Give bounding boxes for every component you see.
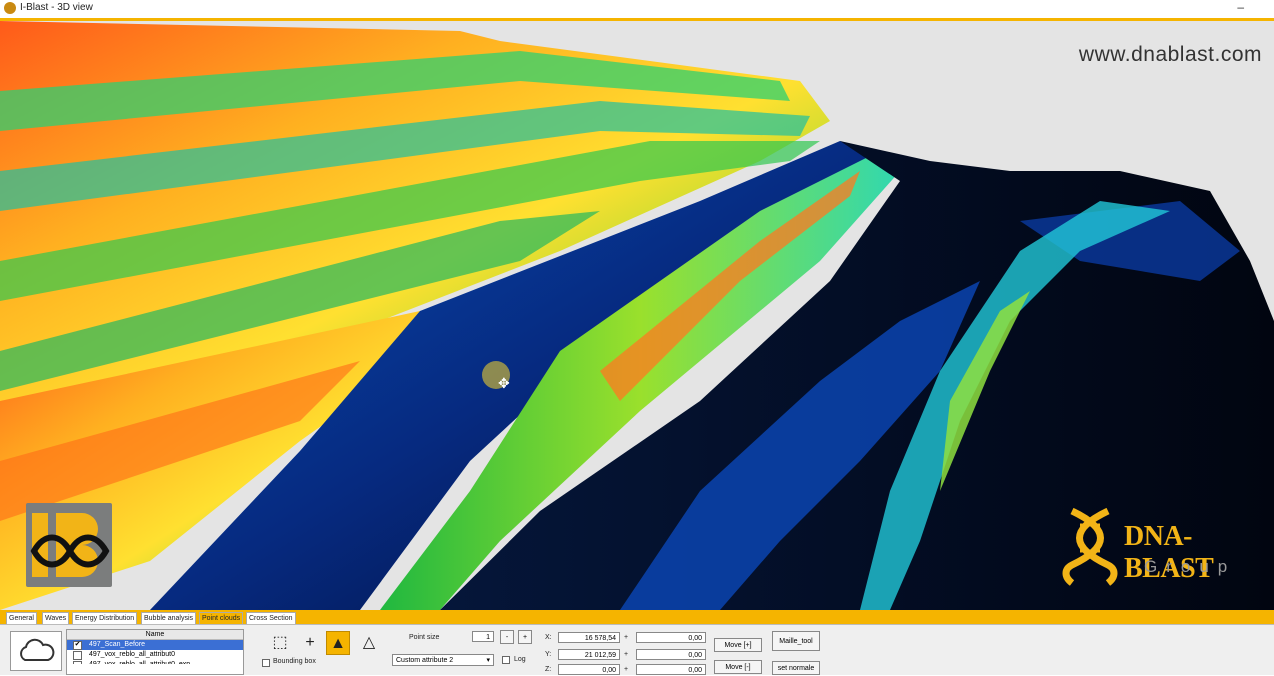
- bounding-box-checkbox[interactable]: [262, 659, 270, 667]
- row-label: 497_vox_reblo_all_attribut0_exp: [89, 661, 190, 664]
- row-checkbox[interactable]: [73, 651, 82, 660]
- x-plus-sign: +: [624, 634, 629, 641]
- cloud-icon: [20, 638, 55, 661]
- 3d-viewport[interactable]: www.dnablast.com ✥ DNA-BLAST Group: [0, 21, 1274, 610]
- list-item[interactable]: 497_vox_reblo_all_attribut0_exp: [67, 660, 243, 664]
- rectangle-select-tool[interactable]: ⬚: [268, 631, 292, 655]
- ib-logo: [26, 503, 112, 587]
- outline-triangle-tool[interactable]: △: [357, 631, 381, 655]
- point-size-increase-button[interactable]: +: [518, 630, 532, 644]
- title-bar: I-Blast - 3D view –: [0, 0, 1274, 21]
- app-icon: [4, 2, 16, 14]
- tab-bar: General Waves Energy Distribution Bubble…: [0, 610, 1274, 625]
- point-clouds-panel: Name ✔ 497_Scan_Before 497_vox_reblo_all…: [0, 624, 1274, 675]
- z-coordinate-field[interactable]: 0,00: [558, 664, 620, 675]
- z-offset-field[interactable]: 0,00: [636, 664, 706, 675]
- cloud-button[interactable]: [10, 631, 62, 671]
- attribute-select-value: Custom attribute 2: [396, 657, 454, 664]
- point-size-field[interactable]: 1: [472, 631, 494, 642]
- move-plus-button[interactable]: Move [+]: [714, 638, 762, 652]
- bounding-box-label: Bounding box: [273, 658, 316, 665]
- z-label: Z:: [545, 666, 552, 673]
- website-watermark: www.dnablast.com: [1078, 43, 1262, 66]
- list-header: Name: [67, 630, 243, 640]
- row-label: 497_Scan_Before: [89, 641, 146, 648]
- set-normals-button[interactable]: set normale: [772, 661, 820, 675]
- dna-blast-group: Group: [1144, 557, 1237, 576]
- chevron-down-icon: ▾: [486, 657, 490, 664]
- log-label: Log: [514, 656, 526, 663]
- row-checkbox[interactable]: ✔: [73, 641, 82, 650]
- row-label: 497_vox_reblo_all_attribut0: [89, 651, 176, 658]
- point-cloud-list[interactable]: Name ✔ 497_Scan_Before 497_vox_reblo_all…: [66, 629, 244, 675]
- point-size-label: Point size: [409, 634, 440, 641]
- y-label: Y:: [545, 651, 552, 658]
- minimize-button[interactable]: –: [1237, 0, 1244, 14]
- list-item[interactable]: 497_vox_reblo_all_attribut0: [67, 650, 243, 660]
- move-cursor-icon: ✥: [498, 375, 510, 391]
- mesh-tool-button[interactable]: Maille_tool: [772, 631, 820, 651]
- add-point-tool[interactable]: +: [298, 631, 322, 655]
- z-plus-sign: +: [624, 666, 629, 673]
- y-coordinate-field[interactable]: 21 012,59: [558, 649, 620, 660]
- filled-triangle-tool[interactable]: ▲: [326, 631, 350, 655]
- x-label: X:: [545, 634, 552, 641]
- y-plus-sign: +: [624, 651, 629, 658]
- attribute-select[interactable]: Custom attribute 2 ▾: [392, 654, 494, 666]
- point-size-decrease-button[interactable]: -: [500, 630, 514, 644]
- x-offset-field[interactable]: 0,00: [636, 632, 706, 643]
- y-offset-field[interactable]: 0,00: [636, 649, 706, 660]
- x-coordinate-field[interactable]: 16 578,54: [558, 632, 620, 643]
- list-item[interactable]: ✔ 497_Scan_Before: [67, 640, 243, 650]
- ib-logo-icon: [30, 513, 110, 577]
- dna-helix-icon: [1062, 507, 1118, 586]
- log-checkbox[interactable]: [502, 656, 510, 664]
- row-checkbox[interactable]: [73, 661, 82, 664]
- move-minus-button[interactable]: Move [-]: [714, 660, 762, 674]
- dna-blast-logo: DNA-BLAST Group: [1060, 507, 1266, 587]
- window-title: I-Blast - 3D view: [20, 2, 93, 13]
